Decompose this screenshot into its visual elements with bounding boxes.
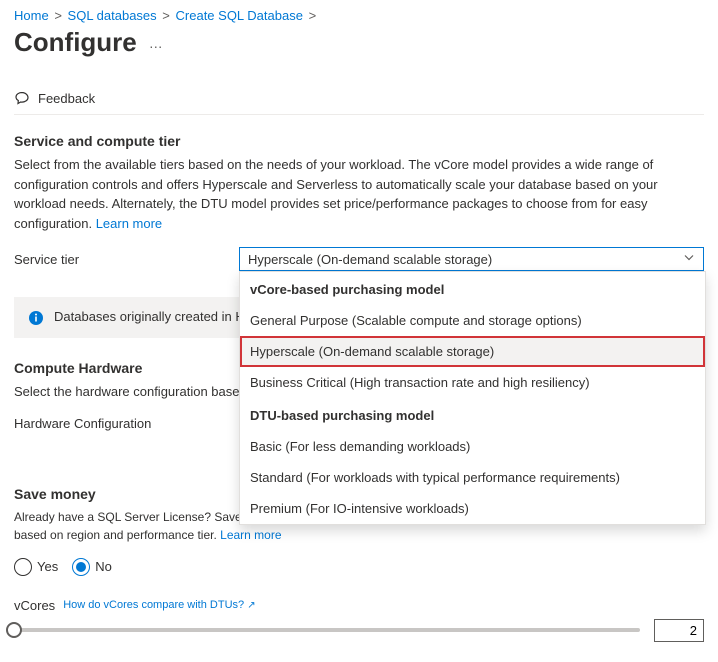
option-basic[interactable]: Basic (For less demanding workloads) bbox=[240, 431, 705, 462]
service-tier-selected-value: Hyperscale (On-demand scalable storage) bbox=[248, 252, 492, 267]
dropdown-group-vcore: vCore-based purchasing model bbox=[240, 272, 705, 305]
option-premium[interactable]: Premium (For IO-intensive workloads) bbox=[240, 493, 705, 524]
section-desc-tier: Select from the available tiers based on… bbox=[14, 155, 704, 233]
hardware-config-label: Hardware Configuration bbox=[14, 416, 239, 431]
chevron-down-icon bbox=[683, 252, 695, 267]
breadcrumb-home[interactable]: Home bbox=[14, 8, 49, 23]
vcores-input[interactable] bbox=[654, 619, 704, 642]
page-title: Configure bbox=[14, 27, 137, 58]
chevron-right-icon: > bbox=[162, 8, 170, 23]
radio-yes-label: Yes bbox=[37, 559, 58, 574]
breadcrumb-sql-databases[interactable]: SQL databases bbox=[68, 8, 157, 23]
vcores-slider[interactable] bbox=[14, 628, 640, 632]
dropdown-group-dtu: DTU-based purchasing model bbox=[240, 398, 705, 431]
radio-icon bbox=[72, 558, 90, 576]
service-tier-dropdown: vCore-based purchasing model General Pur… bbox=[239, 271, 706, 525]
chevron-right-icon: > bbox=[54, 8, 62, 23]
save-money-learn-more-link[interactable]: Learn more bbox=[220, 528, 281, 542]
breadcrumb-create-sql-database[interactable]: Create SQL Database bbox=[176, 8, 303, 23]
radio-icon bbox=[14, 558, 32, 576]
radio-no[interactable]: No bbox=[72, 558, 112, 576]
radio-no-label: No bbox=[95, 559, 112, 574]
service-tier-select[interactable]: Hyperscale (On-demand scalable storage) bbox=[239, 247, 704, 271]
slider-thumb-icon[interactable] bbox=[6, 622, 22, 638]
vcores-help-link[interactable]: How do vCores compare with DTUs? ↗ bbox=[63, 599, 255, 611]
section-heading-tier: Service and compute tier bbox=[14, 133, 704, 149]
option-standard[interactable]: Standard (For workloads with typical per… bbox=[240, 462, 705, 493]
option-business-critical[interactable]: Business Critical (High transaction rate… bbox=[240, 367, 705, 398]
feedback-label: Feedback bbox=[38, 91, 95, 106]
service-tier-label: Service tier bbox=[14, 252, 239, 267]
radio-yes[interactable]: Yes bbox=[14, 558, 58, 576]
more-actions-button[interactable]: … bbox=[149, 35, 163, 51]
vcores-label: vCores bbox=[14, 598, 55, 613]
option-general-purpose[interactable]: General Purpose (Scalable compute and st… bbox=[240, 305, 705, 336]
info-icon bbox=[28, 310, 44, 326]
option-hyperscale[interactable]: Hyperscale (On-demand scalable storage) bbox=[240, 336, 705, 367]
feedback-button[interactable]: Feedback bbox=[14, 82, 704, 115]
feedback-icon bbox=[14, 90, 30, 106]
breadcrumb: Home > SQL databases > Create SQL Databa… bbox=[14, 8, 704, 23]
chevron-right-icon: > bbox=[309, 8, 317, 23]
external-link-icon: ↗ bbox=[247, 600, 255, 611]
tier-learn-more-link[interactable]: Learn more bbox=[96, 216, 162, 231]
